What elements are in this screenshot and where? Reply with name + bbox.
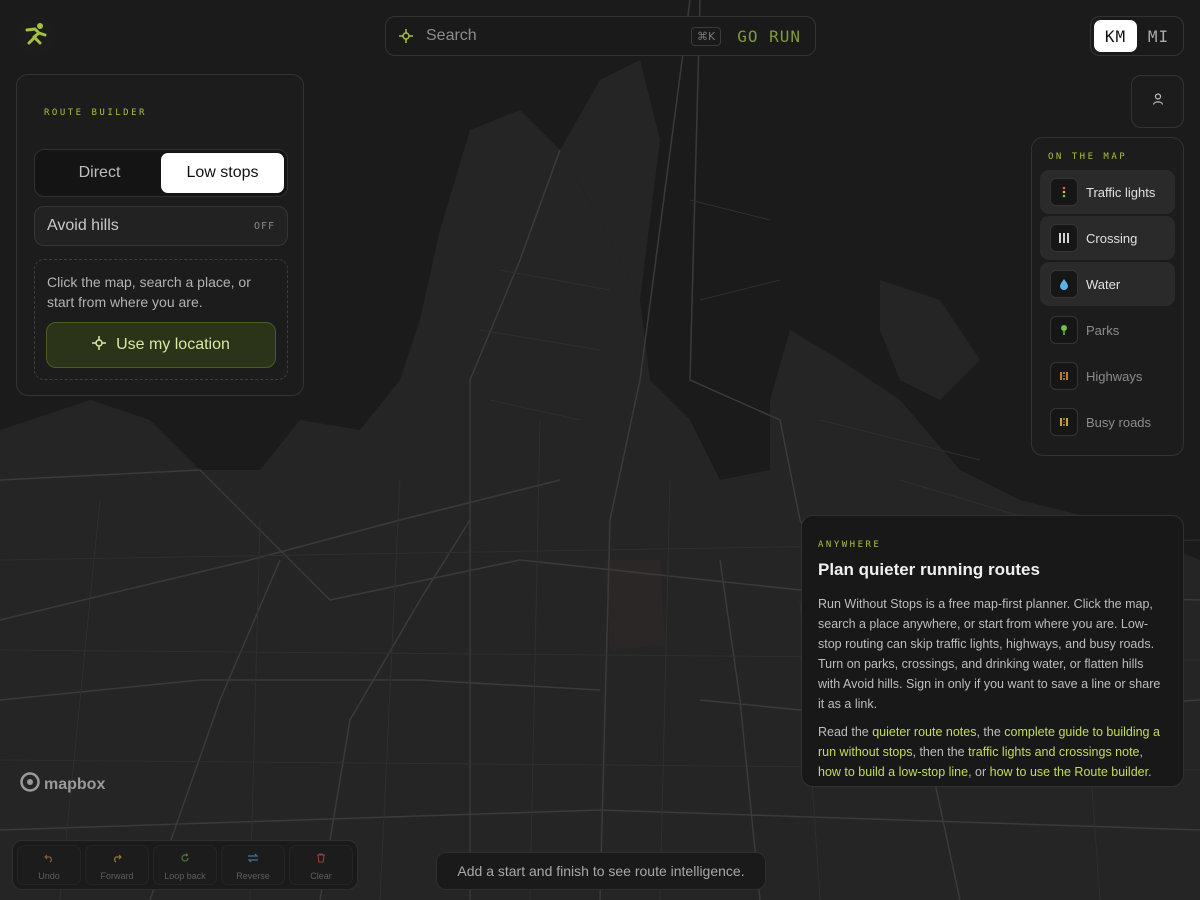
low-stop-line-link[interactable]: how to build a low-stop line: [818, 765, 968, 779]
redo-icon: [112, 850, 122, 868]
mode-low-stops-button[interactable]: Low stops: [161, 153, 284, 193]
shortcut-hint: ⌘K: [690, 26, 722, 46]
links-suffix: .: [1148, 765, 1152, 779]
reverse-label: Reverse: [236, 870, 270, 881]
layer-label: Traffic lights: [1086, 184, 1156, 200]
layer-label: Crossing: [1086, 230, 1138, 246]
loop-back-label: Loop back: [164, 870, 206, 881]
unit-toggle: KM MI: [1090, 16, 1184, 56]
panel-eyebrow: ROUTE BUILDER: [44, 108, 147, 118]
routing-mode-toggle: Direct Low stops: [34, 149, 288, 197]
clear-label: Clear: [310, 870, 332, 881]
user-icon: [1151, 92, 1165, 111]
route-status: Add a start and finish to see route inte…: [436, 852, 766, 890]
search-bar: ⌘K GO RUN: [385, 16, 816, 56]
mapbox-attribution[interactable]: mapbox: [20, 772, 105, 797]
mapbox-logo-icon: [20, 772, 40, 797]
trash-icon: [316, 850, 326, 868]
links-prefix: Read the: [818, 725, 873, 739]
links-separator: , or: [968, 765, 990, 779]
intro-card: ANYWHERE Plan quieter running routes Run…: [801, 515, 1184, 787]
use-location-button[interactable]: Use my location: [46, 322, 276, 368]
tree-icon: [1050, 316, 1078, 344]
links-separator: ,: [1139, 745, 1143, 759]
route-builder-guide-link[interactable]: how to use the Route builder: [990, 765, 1148, 779]
unit-km-button[interactable]: KM: [1094, 20, 1137, 52]
route-builder-panel: ROUTE BUILDER Direct Low stops Avoid hil…: [16, 74, 304, 396]
layer-label: Highways: [1086, 368, 1143, 384]
forward-label: Forward: [100, 870, 134, 881]
intro-eyebrow: ANYWHERE: [818, 540, 882, 550]
app-logo[interactable]: [16, 16, 56, 56]
layer-traffic-lights[interactable]: Traffic lights: [1040, 170, 1175, 214]
intro-title: Plan quieter running routes: [818, 560, 1040, 579]
start-hint: Click the map, search a place, or start …: [47, 274, 251, 310]
clear-button[interactable]: Clear: [289, 845, 353, 885]
traffic-light-icon: [1050, 178, 1078, 206]
water-drop-icon: [1050, 270, 1078, 298]
undo-button[interactable]: Undo: [17, 845, 81, 885]
mode-direct-button[interactable]: Direct: [38, 153, 161, 193]
use-location-label: Use my location: [116, 336, 230, 353]
mapbox-label: mapbox: [44, 775, 106, 793]
runner-icon: [23, 21, 49, 52]
search-input[interactable]: [426, 27, 691, 45]
layer-label: Water: [1086, 276, 1121, 292]
layer-crossing[interactable]: Crossing: [1040, 216, 1175, 260]
links-separator: , the: [976, 725, 1005, 739]
avoid-hills-label: Avoid hills: [47, 217, 119, 234]
layer-label: Busy roads: [1086, 414, 1152, 430]
unit-mi-button[interactable]: MI: [1137, 20, 1180, 52]
park-area: [605, 560, 665, 650]
loop-back-button[interactable]: Loop back: [153, 845, 217, 885]
layer-label: Parks: [1086, 322, 1120, 338]
intro-links: Read the quieter route notes, the comple…: [818, 722, 1167, 782]
layers-eyebrow: ON THE MAP: [1048, 152, 1128, 162]
crosshair-icon: [398, 28, 414, 44]
undo-label: Undo: [38, 870, 60, 881]
crosshair-icon: [92, 335, 107, 355]
busy-road-icon: [1050, 408, 1078, 436]
account-button[interactable]: [1131, 75, 1184, 128]
layer-busy-roads[interactable]: Busy roads: [1040, 400, 1175, 444]
map-layers-panel: ON THE MAP Traffic lights Crossing Water…: [1031, 137, 1184, 456]
crossing-icon: [1050, 224, 1078, 252]
intro-body: Run Without Stops is a free map-first pl…: [818, 597, 1161, 711]
avoid-hills-toggle[interactable]: Avoid hills OFF: [34, 206, 288, 246]
undo-icon: [44, 850, 54, 868]
start-point-drop-zone: Click the map, search a place, or start …: [34, 259, 288, 380]
avoid-hills-state: OFF: [253, 220, 275, 232]
links-separator: , then the: [912, 745, 969, 759]
highway-icon: [1050, 362, 1078, 390]
reverse-button[interactable]: Reverse: [221, 845, 285, 885]
traffic-lights-note-link[interactable]: traffic lights and crossings note: [968, 745, 1139, 759]
layer-highways[interactable]: Highways: [1040, 354, 1175, 398]
quieter-route-notes-link[interactable]: quieter route notes: [872, 725, 976, 739]
layer-parks[interactable]: Parks: [1040, 308, 1175, 352]
swap-icon: [247, 850, 259, 868]
forward-button[interactable]: Forward: [85, 845, 149, 885]
loop-icon: [180, 850, 190, 868]
go-run-button[interactable]: GO RUN: [737, 27, 801, 46]
layer-water[interactable]: Water: [1040, 262, 1175, 306]
route-actions-toolbar: Undo Forward Loop back Reverse Clear: [12, 840, 358, 890]
